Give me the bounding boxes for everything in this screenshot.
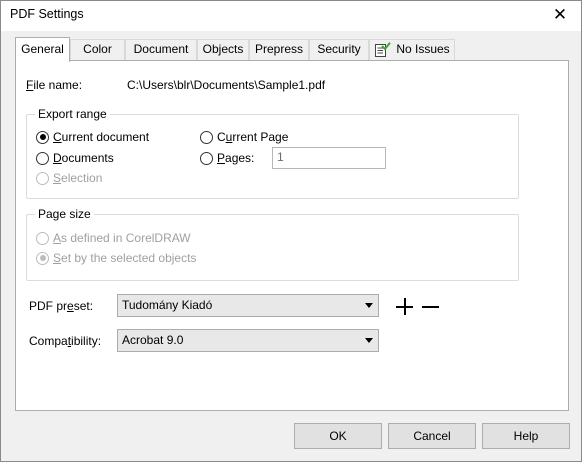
tab-prepress[interactable]: Prepress	[249, 39, 309, 60]
tab-no-issues[interactable]: No Issues	[369, 39, 455, 60]
radio-dot	[36, 130, 49, 144]
radio-dot	[36, 231, 49, 245]
ok-button[interactable]: OK	[294, 423, 382, 449]
radio-dot	[200, 130, 213, 144]
compatibility-select[interactable]: Acrobat 9.0	[117, 329, 379, 352]
radio-dot	[36, 151, 49, 165]
file-name-label: File name:	[26, 78, 83, 92]
radio-pages[interactable]: Pages:	[200, 151, 254, 165]
radio-set-by-objects-label: Set by the selected objects	[53, 251, 197, 265]
close-icon[interactable]: ✕	[545, 3, 575, 27]
tab-color-label: Color	[83, 42, 112, 56]
radio-documents-label: Documents	[53, 151, 114, 165]
tab-security[interactable]: Security	[309, 39, 369, 60]
pdf-preset-value: Tudomány Kiadó	[122, 298, 213, 312]
radio-current-document-label: Current document	[53, 130, 150, 144]
add-preset-icon[interactable]	[396, 298, 413, 315]
general-panel: File name: C:\Users\blr\Documents\Sample…	[15, 60, 569, 411]
chevron-down-icon	[365, 338, 373, 343]
tab-no-issues-label: No Issues	[396, 42, 450, 56]
radio-as-defined-label: As defined in CorelDRAW	[53, 231, 191, 245]
pdf-settings-dialog: PDF Settings ✕ General Color Document Ob…	[0, 0, 582, 462]
checklist-icon	[375, 42, 391, 57]
pages-input[interactable]: 1	[272, 147, 386, 169]
radio-pages-label: Pages:	[217, 151, 255, 165]
radio-current-page[interactable]: Current Page	[200, 130, 288, 144]
tab-general[interactable]: General	[15, 37, 70, 62]
radio-dot	[36, 251, 49, 265]
remove-preset-icon[interactable]	[422, 298, 439, 315]
title-bar: PDF Settings ✕	[1, 1, 581, 31]
compatibility-value: Acrobat 9.0	[122, 333, 184, 347]
radio-dot	[36, 171, 49, 185]
tab-objects-label: Objects	[202, 42, 244, 56]
pdf-preset-select[interactable]: Tudomány Kiadó	[117, 294, 379, 317]
chevron-down-icon	[365, 303, 373, 308]
page-size-group: Page size	[26, 207, 519, 281]
radio-selection: Selection	[36, 171, 102, 185]
tab-color[interactable]: Color	[70, 39, 125, 60]
radio-current-page-label: Current Page	[217, 130, 289, 144]
compatibility-label: Compatibility:	[29, 334, 102, 348]
tab-document-label: Document	[133, 42, 189, 56]
radio-current-document[interactable]: Current document	[36, 130, 149, 144]
radio-selection-label: Selection	[53, 171, 103, 185]
tab-general-label: General	[21, 42, 64, 56]
file-name-value: C:\Users\blr\Documents\Sample1.pdf	[127, 78, 326, 92]
radio-documents[interactable]: Documents	[36, 151, 114, 165]
tab-prepress-label: Prepress	[254, 42, 304, 56]
radio-set-by-objects: Set by the selected objects	[36, 251, 196, 265]
cancel-button[interactable]: Cancel	[388, 423, 476, 449]
tab-security-label: Security	[317, 42, 361, 56]
page-size-title: Page size	[35, 207, 94, 221]
tab-document[interactable]: Document	[125, 39, 197, 60]
pdf-preset-label: PDF preset:	[29, 299, 94, 313]
radio-dot	[200, 151, 213, 165]
help-button[interactable]: Help	[482, 423, 570, 449]
window-title: PDF Settings	[10, 7, 84, 21]
tab-objects[interactable]: Objects	[197, 39, 249, 60]
radio-as-defined: As defined in CorelDRAW	[36, 231, 191, 245]
export-range-title: Export range	[35, 107, 110, 121]
